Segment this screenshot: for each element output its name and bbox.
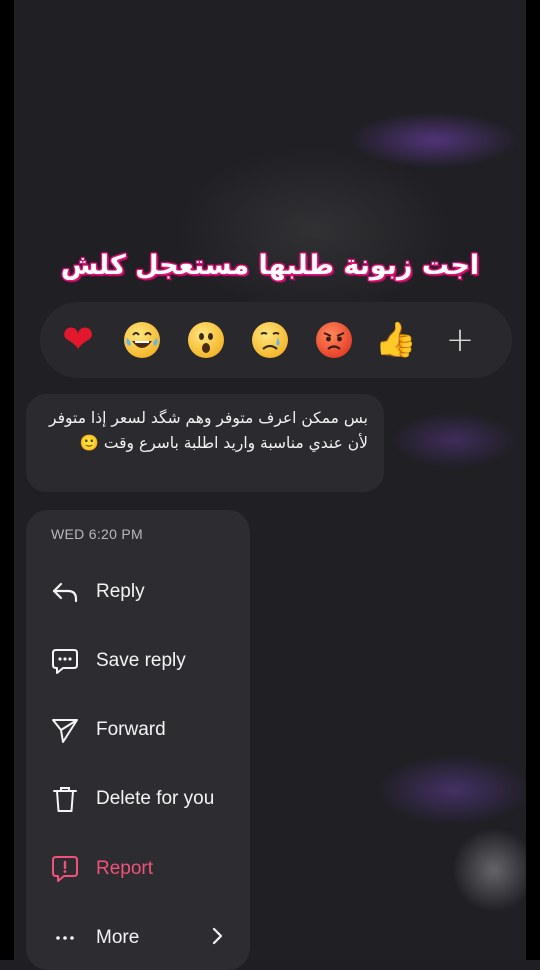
more-menu-item[interactable]: More <box>26 913 250 963</box>
forward-label: Forward <box>96 719 166 740</box>
reaction-thumbs-up[interactable]: 👍 <box>374 320 418 360</box>
plus-icon: + <box>445 320 475 360</box>
video-caption: اجت زبونة طلبها مستعجل كلش <box>60 250 480 281</box>
add-reaction-button[interactable]: + <box>440 320 480 360</box>
surprised-face-icon <box>188 322 224 358</box>
reply-label: Reply <box>96 581 145 602</box>
reaction-heart[interactable]: ❤ <box>58 320 98 360</box>
more-dots-icon <box>50 923 80 953</box>
message-options-menu: WED 6:20 PM Reply Save reply Forward Del… <box>26 510 250 970</box>
delete-label: Delete for you <box>96 788 215 809</box>
reaction-laugh[interactable] <box>122 320 162 360</box>
reply-menu-item[interactable]: Reply <box>26 567 250 617</box>
forward-menu-item[interactable]: Forward <box>26 705 250 755</box>
report-label: Report <box>96 858 154 879</box>
reaction-bar: ❤ 👍 + <box>40 302 512 378</box>
laughing-tears-icon <box>124 322 160 358</box>
report-menu-item[interactable]: Report <box>26 844 250 894</box>
save-reply-menu-item[interactable]: Save reply <box>26 636 250 686</box>
reaction-angry[interactable] <box>314 320 354 360</box>
right-black-border <box>526 0 540 960</box>
more-label: More <box>96 927 140 948</box>
thumbs-up-icon: 👍 <box>374 321 418 359</box>
trash-icon <box>50 784 80 814</box>
reaction-crying[interactable] <box>250 320 290 360</box>
message-bubble[interactable]: بس ممكن اعرف متوفر وهم شگد لسعر إذا متوف… <box>26 394 384 492</box>
chevron-right-icon <box>210 926 224 951</box>
report-icon <box>50 854 80 884</box>
crying-face-icon <box>252 322 288 358</box>
reply-arrow-icon <box>50 577 80 607</box>
forward-icon <box>50 715 80 745</box>
delete-menu-item[interactable]: Delete for you <box>26 774 250 824</box>
message-text: بس ممكن اعرف متوفر وهم شگد لسعر إذا متوف… <box>49 409 368 452</box>
red-heart-icon: ❤ <box>62 319 94 361</box>
angry-face-icon <box>316 322 352 358</box>
save-reply-icon <box>50 646 80 676</box>
save-reply-label: Save reply <box>96 650 186 671</box>
left-black-border <box>0 0 14 960</box>
message-timestamp: WED 6:20 PM <box>51 526 143 542</box>
reaction-surprised[interactable] <box>186 320 226 360</box>
